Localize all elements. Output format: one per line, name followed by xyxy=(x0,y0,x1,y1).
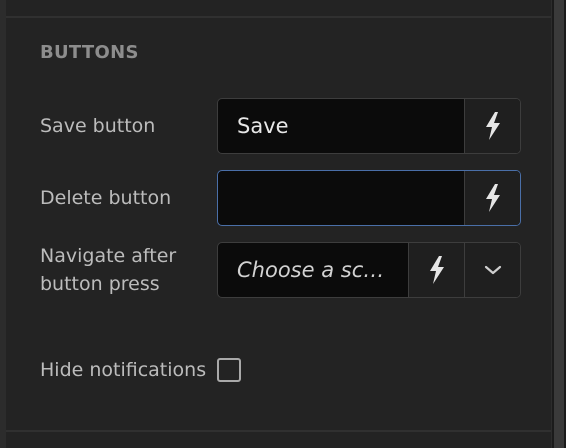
chevron-down-icon xyxy=(484,265,501,275)
navigate-action-button[interactable] xyxy=(408,243,464,297)
save-button-field[interactable]: Save xyxy=(217,98,521,154)
navigate-dropdown-button[interactable] xyxy=(464,243,520,297)
delete-button-label: Delete button xyxy=(40,187,172,209)
navigate-label-line2: button press xyxy=(40,273,160,295)
hide-notifications-checkbox[interactable] xyxy=(217,358,241,382)
delete-button-field[interactable] xyxy=(217,170,521,226)
navigate-screen-placeholder[interactable]: Choose a sc… xyxy=(218,243,408,297)
delete-button-action-button[interactable] xyxy=(464,171,520,225)
lightning-icon xyxy=(485,112,500,140)
save-button-label: Save button xyxy=(40,115,156,137)
scrollbar-thumb[interactable] xyxy=(554,0,564,448)
section-title: BUTTONS xyxy=(40,42,139,63)
top-divider xyxy=(6,16,551,18)
navigate-screen-select[interactable]: Choose a sc… xyxy=(217,242,521,298)
panel-left-edge xyxy=(0,0,6,448)
navigate-label-line1: Navigate after xyxy=(40,245,177,267)
lightning-icon xyxy=(485,184,500,212)
bottom-divider xyxy=(6,430,551,432)
save-button-value[interactable]: Save xyxy=(218,99,464,153)
save-button-action-button[interactable] xyxy=(464,99,520,153)
hide-notifications-label: Hide notifications xyxy=(40,359,207,381)
delete-button-value[interactable] xyxy=(218,171,464,225)
properties-panel: BUTTONS Save button Save Delete button N… xyxy=(0,0,551,448)
lightning-icon xyxy=(429,256,444,284)
scrollbar-track[interactable] xyxy=(551,0,566,448)
